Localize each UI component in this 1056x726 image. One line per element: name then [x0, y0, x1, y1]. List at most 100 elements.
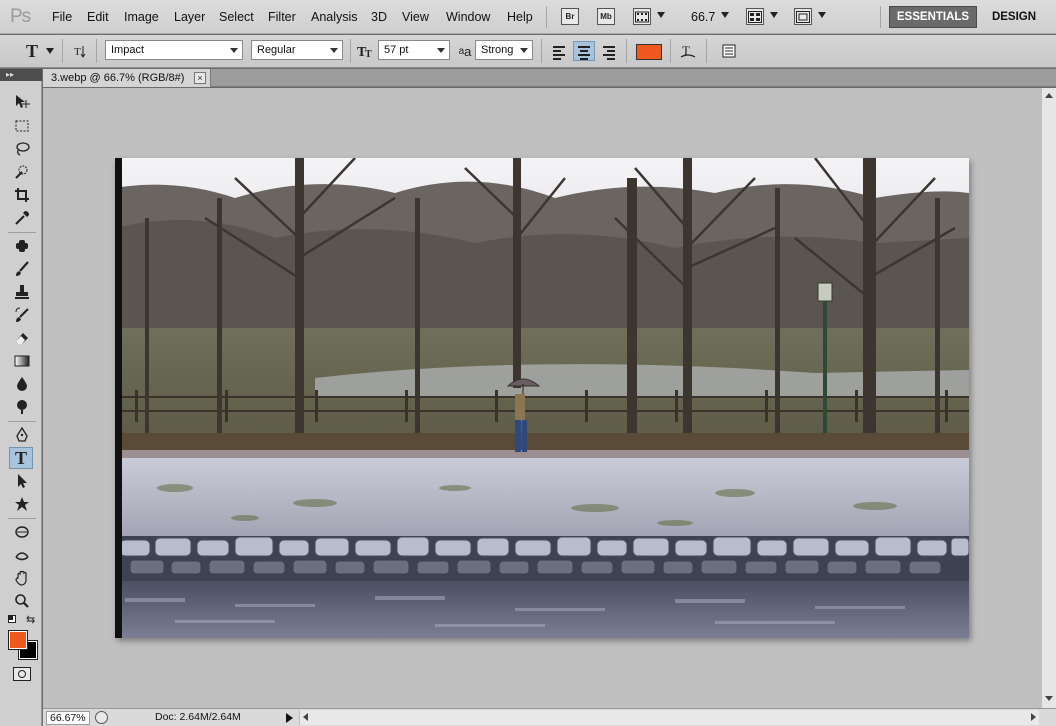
chevron-down-icon[interactable]: [818, 12, 826, 18]
screen-mode-button[interactable]: [794, 8, 812, 25]
menu-select[interactable]: Select: [219, 10, 254, 24]
chevron-down-icon: [230, 48, 238, 53]
antialias-select[interactable]: Strong: [475, 40, 533, 60]
status-doc-info: Doc: 2.64M/2.64M: [155, 711, 241, 723]
menu-image[interactable]: Image: [124, 10, 159, 24]
align-center-button[interactable]: [573, 41, 595, 61]
marquee-icon[interactable]: [10, 115, 34, 137]
font-family-value: Impact: [111, 44, 145, 56]
menu-file[interactable]: File: [52, 10, 72, 24]
align-right-button[interactable]: [598, 41, 620, 61]
type-tool-preset-icon[interactable]: T: [22, 41, 42, 61]
options-separator: [350, 39, 351, 63]
document-tab-title: 3.webp @ 66.7% (RGB/8#): [51, 72, 185, 84]
blur-icon[interactable]: [10, 373, 34, 395]
font-size-value: 57 pt: [384, 44, 409, 56]
font-family-select[interactable]: Impact: [105, 40, 243, 60]
menu-edit[interactable]: Edit: [87, 10, 109, 24]
menu-separator: [880, 6, 881, 28]
chevron-down-icon[interactable]: [770, 12, 778, 18]
menu-help[interactable]: Help: [507, 10, 533, 24]
menu-analysis[interactable]: Analysis: [311, 10, 358, 24]
scroll-down-icon[interactable]: [1045, 696, 1053, 701]
svg-text:T: T: [365, 49, 372, 59]
status-menu-arrow-icon[interactable]: [286, 713, 293, 723]
tools-panel-header[interactable]: ▸▸: [0, 69, 42, 81]
spot-heal-icon[interactable]: [10, 235, 34, 257]
move-icon[interactable]: [10, 91, 34, 113]
vertical-scrollbar[interactable]: [1041, 88, 1056, 708]
text-orientation-icon[interactable]: T: [70, 41, 90, 61]
document-tab[interactable]: 3.webp @ 66.7% (RGB/8#) ×: [43, 69, 211, 87]
status-zoom-field[interactable]: 66.67%: [46, 711, 90, 725]
font-size-input[interactable]: 57 pt: [378, 40, 450, 60]
scroll-left-icon[interactable]: [303, 713, 308, 721]
options-separator: [626, 39, 627, 63]
type-icon[interactable]: T: [9, 447, 33, 469]
document-image[interactable]: [115, 158, 969, 638]
history-brush-icon[interactable]: [10, 304, 34, 326]
film-strip-icon: [635, 11, 649, 22]
lasso-icon[interactable]: [10, 138, 34, 160]
menu-layer[interactable]: Layer: [174, 10, 205, 24]
brush-icon[interactable]: [10, 258, 34, 280]
workspace-essentials-button[interactable]: ESSENTIALS: [889, 6, 977, 28]
3d-rotate-icon[interactable]: [10, 521, 34, 543]
winter-park-photo: [115, 158, 969, 638]
arrange-documents-button[interactable]: [746, 8, 764, 25]
font-size-icon: TT: [356, 41, 376, 61]
svg-text:T: T: [74, 46, 81, 58]
chevron-down-icon[interactable]: [721, 12, 729, 18]
3d-orbit-icon[interactable]: [10, 544, 34, 566]
status-bar: 66.67% Doc: 2.64M/2.64M: [43, 708, 1056, 726]
quick-select-icon[interactable]: [10, 161, 34, 183]
foreground-color-swatch[interactable]: [8, 630, 28, 650]
tool-separator: [8, 421, 36, 422]
chevron-down-icon[interactable]: [46, 48, 54, 54]
zoom-icon[interactable]: [10, 590, 34, 612]
chevron-down-icon[interactable]: [657, 12, 665, 18]
text-color-swatch[interactable]: [636, 44, 662, 60]
horizontal-scrollbar[interactable]: [299, 710, 1039, 725]
character-panel-icon[interactable]: [719, 41, 739, 61]
launch-bridge-button[interactable]: Br: [561, 8, 579, 25]
dodge-icon[interactable]: [10, 396, 34, 418]
menu-filter[interactable]: Filter: [268, 10, 296, 24]
zoom-level[interactable]: 66.7: [691, 10, 715, 24]
options-separator: [62, 39, 63, 63]
eyedropper-icon[interactable]: [10, 207, 34, 229]
shape-icon[interactable]: [10, 493, 34, 515]
close-icon[interactable]: ×: [194, 72, 206, 84]
scroll-up-icon[interactable]: [1045, 93, 1053, 98]
align-left-button[interactable]: [548, 41, 570, 61]
swap-colors-icon[interactable]: ⇆: [26, 613, 35, 626]
antialias-icon: aa: [458, 43, 472, 59]
hand-icon[interactable]: [10, 567, 34, 589]
quick-mask-icon[interactable]: [13, 667, 31, 681]
launch-minibridge-button[interactable]: Mb: [597, 8, 615, 25]
view-extras-button[interactable]: [633, 8, 651, 25]
menu-view[interactable]: View: [402, 10, 429, 24]
options-separator: [96, 39, 97, 63]
chevron-down-icon: [330, 48, 338, 53]
options-separator: [541, 39, 542, 63]
screen-mode-icon: [796, 10, 810, 23]
workspace-design-button[interactable]: DESIGN: [984, 6, 1044, 28]
default-colors-icon[interactable]: [8, 615, 16, 623]
font-style-value: Regular: [257, 44, 296, 56]
eraser-icon[interactable]: [10, 327, 34, 349]
scroll-right-icon[interactable]: [1031, 713, 1036, 721]
path-select-icon[interactable]: [10, 470, 34, 492]
stamp-icon[interactable]: [10, 281, 34, 303]
pen-icon[interactable]: [10, 424, 34, 446]
tool-separator: [8, 232, 36, 233]
crop-icon[interactable]: [10, 184, 34, 206]
menu-window[interactable]: Window: [446, 10, 490, 24]
warp-text-icon[interactable]: T: [678, 41, 698, 61]
font-style-select[interactable]: Regular: [251, 40, 343, 60]
gradient-icon[interactable]: [10, 350, 34, 372]
menu-3d[interactable]: 3D: [371, 10, 387, 24]
options-separator: [706, 39, 707, 63]
status-info-icon[interactable]: [95, 711, 108, 724]
menu-bar: Ps File Edit Image Layer Select Filter A…: [0, 0, 1056, 34]
